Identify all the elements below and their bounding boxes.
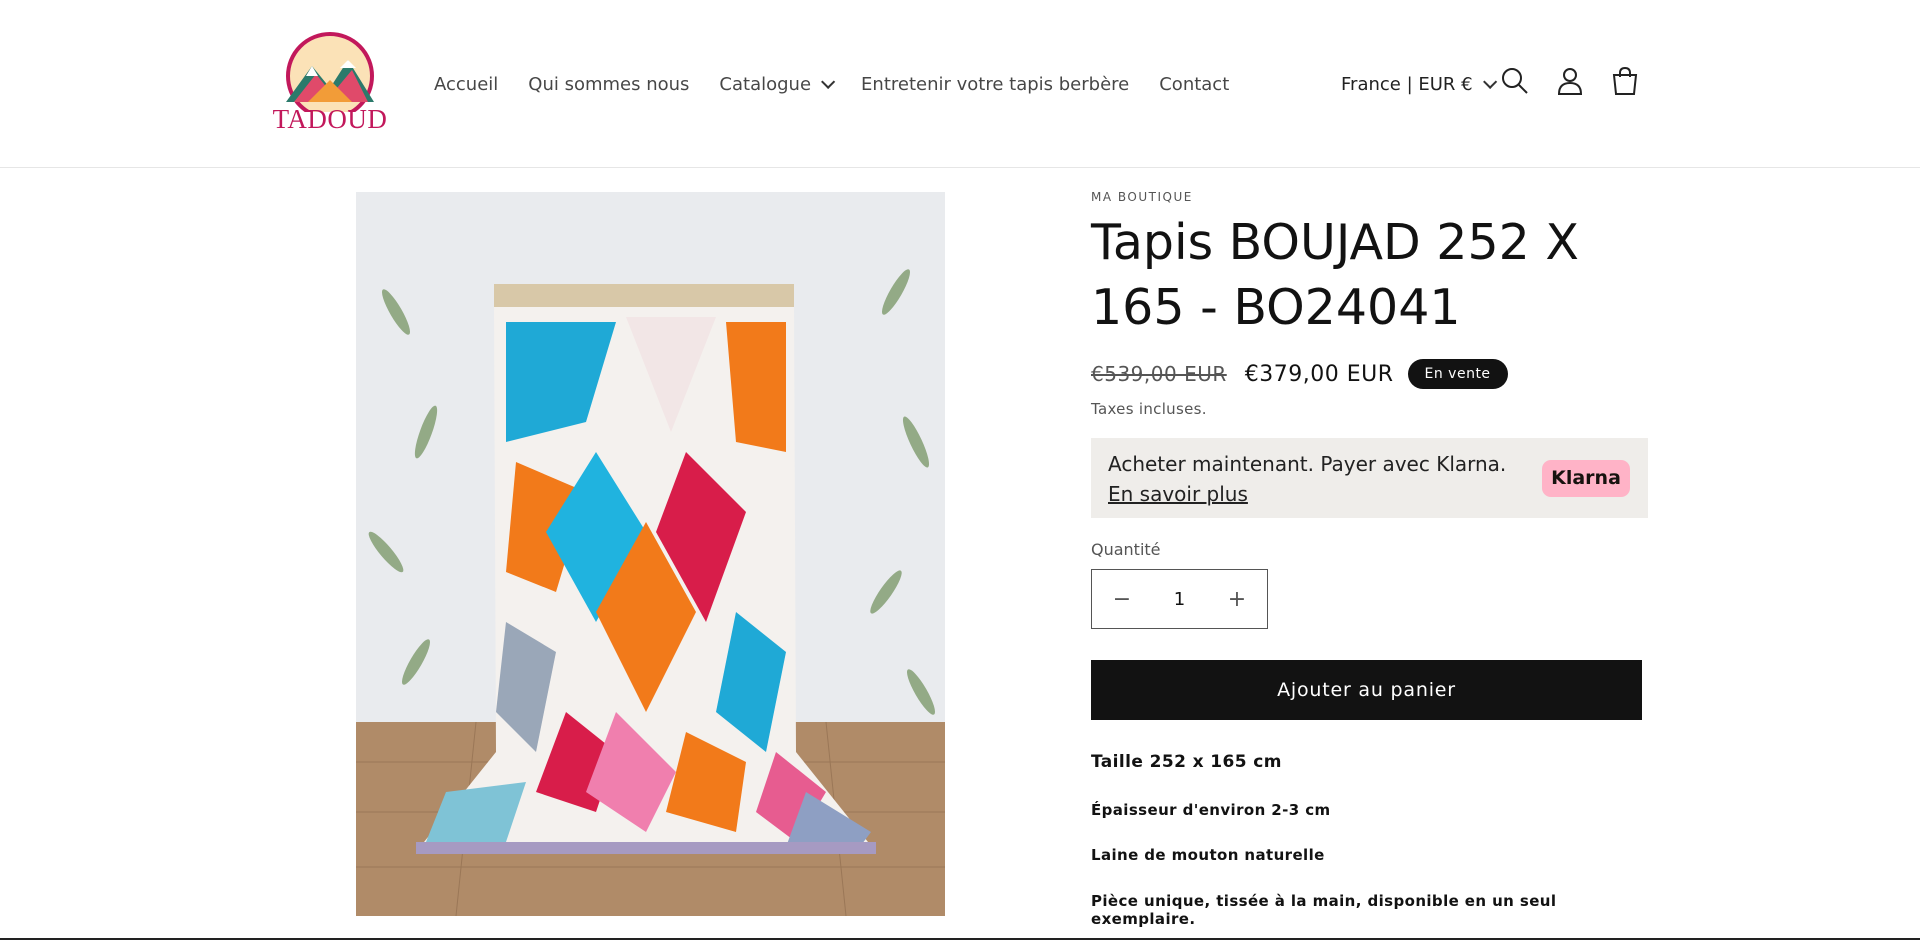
rug-photo: [356, 192, 945, 916]
tax-note: Taxes incluses.: [1091, 400, 1207, 418]
quantity-label: Quantité: [1091, 540, 1161, 559]
description-line: Pièce unique, tissée à la main, disponib…: [1091, 892, 1557, 928]
klarna-text: Acheter maintenant. Payer avec Klarna.: [1108, 452, 1507, 476]
klarna-logo: Klarna: [1542, 460, 1630, 497]
description-line: Taille 252 x 165 cm: [1091, 752, 1282, 772]
quantity-stepper: − +: [1091, 569, 1268, 629]
nav-accueil[interactable]: Accueil: [434, 74, 498, 95]
price-sale: €379,00 EUR: [1244, 361, 1394, 387]
sale-badge: En vente: [1407, 359, 1508, 389]
logo[interactable]: TADOUD: [272, 32, 388, 136]
nav-label: Entretenir votre tapis berbère: [861, 73, 1130, 95]
chevron-down-icon: [821, 74, 836, 89]
product-image[interactable]: [356, 192, 945, 916]
logo-text: TADOUD: [272, 104, 388, 134]
logo-mountain-icon: [286, 32, 374, 112]
klarna-banner: Acheter maintenant. Payer avec Klarna. E…: [1091, 438, 1648, 518]
description-line: Épaisseur d'environ 2-3 cm: [1091, 801, 1331, 819]
nav-label: Catalogue: [719, 73, 812, 95]
cart-icon[interactable]: [1610, 66, 1640, 96]
nav-contact[interactable]: Contact: [1159, 74, 1229, 95]
country-label: France | EUR €: [1341, 73, 1473, 95]
main-nav: Accueil Qui sommes nous Catalogue Entret…: [434, 70, 1259, 98]
quantity-decrease-button[interactable]: −: [1110, 587, 1134, 612]
chevron-down-icon: [1482, 74, 1497, 89]
nav-entretenir[interactable]: Entretenir votre tapis berbère: [861, 74, 1129, 95]
site-header: TADOUD Accueil Qui sommes nous Catalogue…: [0, 0, 1920, 168]
nav-catalogue[interactable]: Catalogue: [719, 73, 836, 95]
product-title: Tapis BOUJAD 252 X 165 - BO24041: [1091, 214, 1579, 336]
quantity-input[interactable]: [1149, 588, 1210, 610]
nav-label: Contact: [1159, 73, 1230, 95]
search-icon[interactable]: [1500, 66, 1530, 96]
vendor-label: MA BOUTIQUE: [1091, 190, 1193, 204]
quantity-increase-button[interactable]: +: [1225, 587, 1249, 612]
nav-qui-sommes-nous[interactable]: Qui sommes nous: [528, 74, 689, 95]
account-icon[interactable]: [1555, 66, 1585, 96]
price-row: €539,00 EUR €379,00 EUR En vente: [1091, 358, 1651, 390]
nav-label: Qui sommes nous: [528, 73, 690, 95]
add-to-cart-button[interactable]: Ajouter au panier: [1091, 660, 1642, 720]
price-compare: €539,00 EUR: [1091, 362, 1227, 386]
product-description: Taille 252 x 165 cm Épaisseur d'environ …: [1091, 752, 1651, 928]
country-selector[interactable]: France | EUR €: [1341, 70, 1497, 98]
nav-label: Accueil: [434, 73, 499, 95]
description-line: Laine de mouton naturelle: [1091, 846, 1325, 864]
klarna-learn-more-link[interactable]: En savoir plus: [1108, 482, 1248, 506]
product-info: MA BOUTIQUE Tapis BOUJAD 252 X 165 - BO2…: [1091, 190, 1651, 928]
